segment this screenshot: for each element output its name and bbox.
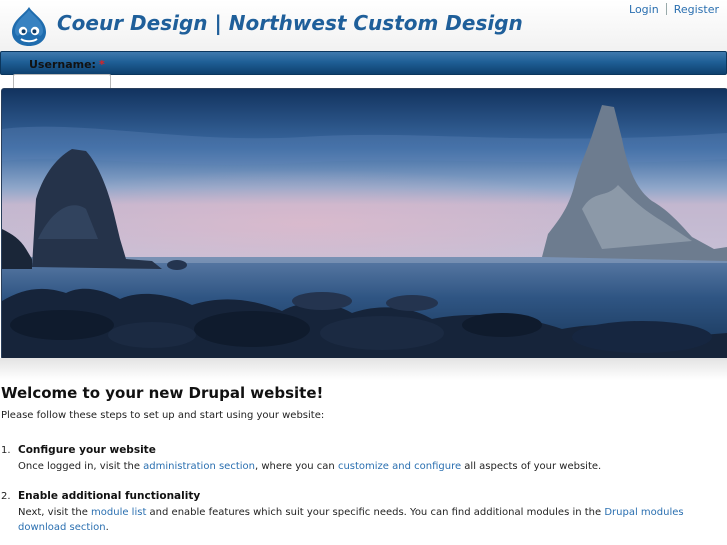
intro-text: Please follow these steps to set up and … — [1, 410, 325, 421]
register-link[interactable]: Register — [674, 3, 719, 16]
step-text: Next, visit the — [18, 507, 92, 518]
site-name-link[interactable]: Coeur Design | Northwest Custom Design — [57, 11, 523, 35]
step-text: all aspects of your website. — [461, 461, 602, 472]
step-title: Configure your website — [18, 444, 156, 456]
required-marker: * — [98, 58, 105, 71]
administration-section-link[interactable]: administration section — [143, 461, 255, 472]
step-number: 1. — [1, 445, 11, 456]
step-text: , where you can — [255, 461, 338, 472]
banner-shadow — [0, 358, 727, 380]
login-link[interactable]: Login — [629, 3, 659, 16]
step-description: Once logged in, visit the administration… — [18, 459, 601, 474]
module-list-link[interactable]: module list — [91, 507, 146, 518]
step-title: Enable additional functionality — [18, 490, 201, 502]
drupal-drop-icon[interactable] — [10, 6, 48, 47]
customize-configure-link[interactable]: customize and configure — [338, 461, 461, 472]
step-text: and enable features which suit your spec… — [146, 507, 605, 518]
site-header: Coeur Design | Northwest Custom Design L… — [0, 0, 727, 52]
banner-image — [1, 88, 727, 360]
step-text: Once logged in, visit the — [18, 461, 144, 472]
username-input[interactable] — [13, 74, 111, 89]
step-description: Next, visit the module list and enable f… — [18, 505, 718, 535]
page-title: Welcome to your new Drupal website! — [1, 384, 324, 402]
username-label: Username: * — [29, 58, 105, 71]
user-links: Login Register — [629, 3, 719, 16]
step-text: . — [105, 522, 109, 533]
step-number: 2. — [1, 491, 11, 502]
username-label-text: Username: — [29, 58, 96, 71]
user-links-separator — [665, 3, 667, 15]
primary-nav-bar — [0, 51, 727, 75]
